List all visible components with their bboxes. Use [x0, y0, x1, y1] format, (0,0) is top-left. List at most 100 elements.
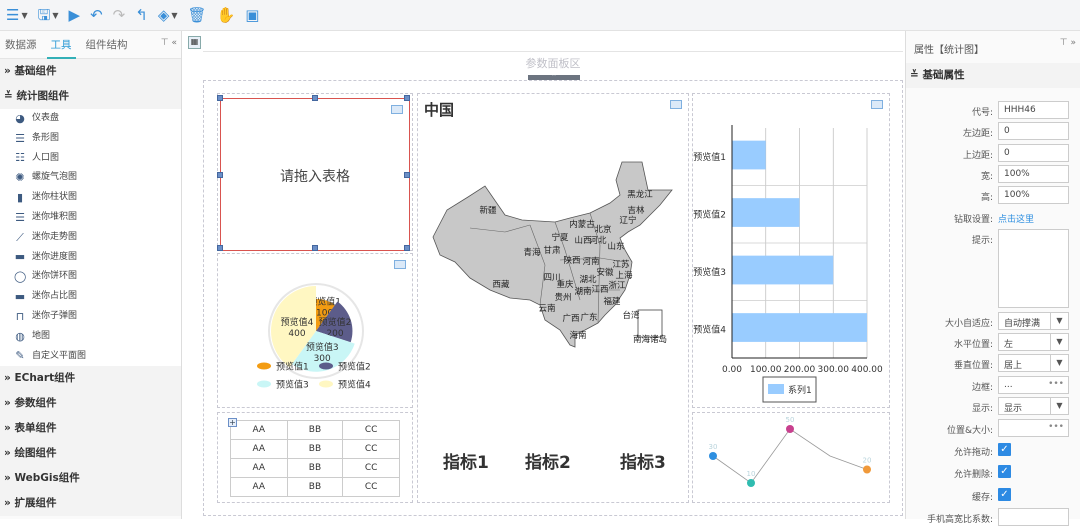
- prop-cache: 缓存: ✓: [906, 486, 1080, 506]
- chevron-down-icon[interactable]: ▼: [1050, 398, 1068, 414]
- map-region-label[interactable]: 西藏: [492, 279, 510, 290]
- bar[interactable]: [732, 313, 867, 342]
- map-region-label[interactable]: 陕西: [563, 255, 580, 266]
- legend-label[interactable]: 系列1: [788, 384, 812, 396]
- x-tick-label: 400.00: [851, 365, 883, 375]
- picker-value: ...: [1004, 380, 1013, 390]
- map-region-label[interactable]: 青海: [523, 247, 541, 258]
- bar[interactable]: [732, 140, 766, 170]
- map-region-label[interactable]: 山东: [607, 241, 624, 252]
- line-point[interactable]: [863, 465, 871, 474]
- top-input[interactable]: 0: [998, 144, 1069, 162]
- map-region-label[interactable]: 广东: [580, 312, 597, 323]
- display-select[interactable]: 显示 ▼: [998, 397, 1069, 415]
- more-icon[interactable]: •••: [1048, 379, 1064, 389]
- map-region-label[interactable]: 北京: [594, 224, 611, 235]
- bar[interactable]: [732, 255, 834, 285]
- prop-label: 允许删除:: [953, 470, 993, 480]
- prop-left: 左边距: 0: [906, 122, 1080, 142]
- x-tick-label: 200.00: [784, 365, 816, 375]
- prop-label: 显示:: [971, 404, 993, 414]
- prop-label: 水平位置:: [953, 340, 993, 350]
- select-value: 显示: [1004, 404, 1023, 414]
- map-region-label[interactable]: 云南: [538, 303, 555, 314]
- map-region-label[interactable]: 江苏: [612, 259, 630, 270]
- map-region-label[interactable]: 宁夏: [551, 232, 569, 243]
- prop-width: 宽: 100%: [906, 165, 1080, 185]
- line-series: [712, 428, 868, 484]
- map-region-label[interactable]: 湖南: [574, 286, 591, 297]
- chevron-down-icon[interactable]: ▼: [1050, 313, 1068, 329]
- map-region-label[interactable]: 浙江: [608, 280, 626, 291]
- del-checkbox[interactable]: ✓: [998, 465, 1011, 478]
- prop-label: 高:: [980, 193, 993, 203]
- halign-select[interactable]: 左 ▼: [998, 333, 1069, 351]
- legend-swatch: [768, 384, 784, 394]
- prop-border: 边框:... •••: [906, 376, 1080, 396]
- map-region-label[interactable]: 广西: [562, 313, 579, 324]
- legend-label[interactable]: 预览值1: [276, 361, 309, 373]
- border-picker[interactable]: ... •••: [998, 376, 1069, 394]
- line-point[interactable]: [709, 452, 717, 460]
- pin-icon[interactable]: ⊤ »: [1060, 38, 1076, 48]
- legend-swatch: [257, 362, 271, 370]
- drill-link[interactable]: 点击这里: [998, 212, 1034, 225]
- china-map: 新疆西藏青海 甘肃宁夏内蒙古山西河北北京黑龙江吉林辽宁山东陕西 河南 江苏安徽 上海四川…: [432, 161, 673, 348]
- left-input[interactable]: 0: [998, 122, 1069, 140]
- map-region-label[interactable]: 辽宁: [619, 215, 636, 226]
- chevron-down-icon[interactable]: ▼: [1050, 334, 1068, 350]
- map-region-label[interactable]: 吉林: [627, 205, 645, 216]
- map-region-label[interactable]: 黑龙江: [627, 189, 653, 200]
- map-region-label[interactable]: 新疆: [479, 205, 497, 216]
- prop-label: 提示:: [971, 236, 993, 246]
- map-region-label[interactable]: 内蒙古: [569, 219, 595, 230]
- height-input[interactable]: 100%: [998, 186, 1069, 204]
- map-region-label[interactable]: 南海诸岛: [633, 334, 667, 345]
- map-region-label[interactable]: 贵州: [554, 292, 571, 303]
- valign-select[interactable]: 居上 ▼: [998, 354, 1069, 372]
- cache-checkbox[interactable]: ✓: [998, 488, 1011, 501]
- map-region-label[interactable]: 福建: [603, 296, 621, 307]
- prop-label: 钻取设置:: [953, 215, 993, 225]
- prop-label: 宽:: [980, 172, 993, 182]
- bar[interactable]: [732, 198, 800, 227]
- map-region-label[interactable]: 安徽: [596, 267, 614, 278]
- code-input[interactable]: HHH46: [998, 101, 1069, 119]
- map-region-label[interactable]: 重庆: [556, 279, 574, 290]
- line-point[interactable]: [747, 479, 755, 487]
- point-label: 20: [863, 457, 872, 465]
- pos-picker[interactable]: •••: [998, 419, 1069, 437]
- map-region-label[interactable]: 湖北: [579, 275, 597, 285]
- move-icon[interactable]: +: [228, 418, 237, 427]
- fit-select[interactable]: 自动撑满 ▼: [998, 312, 1069, 330]
- line-point[interactable]: [786, 425, 794, 433]
- map-region-label[interactable]: 海南: [569, 330, 586, 341]
- map-region-label[interactable]: 江西: [591, 285, 608, 295]
- ratio-input[interactable]: [998, 508, 1069, 526]
- more-icon[interactable]: •••: [1048, 422, 1064, 432]
- prop-tip: 提示:: [906, 229, 1080, 308]
- legend-label[interactable]: 预览值3: [276, 379, 309, 391]
- prop-code: 代号: HHH46: [906, 101, 1080, 121]
- tip-textarea[interactable]: [998, 229, 1069, 308]
- map-region-label[interactable]: 台湾: [622, 310, 640, 321]
- section-basic-props[interactable]: ≚ 基础属性: [906, 63, 1080, 88]
- pie-label: 预览值4: [281, 316, 314, 328]
- map-region-label[interactable]: 上海: [615, 270, 633, 281]
- prop-pos: 位置&大小: •••: [906, 419, 1080, 439]
- legend-label[interactable]: 预览值4: [338, 379, 371, 391]
- map-region-label[interactable]: 甘肃: [543, 245, 561, 256]
- bar-chart: 0.00 100.00 200.00 300.00 400.00 预览值1 预览值2 预览值3…: [693, 125, 883, 403]
- legend-label[interactable]: 预览值2: [338, 361, 371, 373]
- point-label: 30: [709, 443, 718, 451]
- y-tick-label: 预览值1: [693, 151, 726, 163]
- map-region-label[interactable]: 河北: [589, 235, 607, 246]
- map-region-label[interactable]: 河南: [582, 256, 599, 267]
- drag-checkbox[interactable]: ✓: [998, 443, 1011, 456]
- width-input[interactable]: 100%: [998, 165, 1069, 183]
- section-label: 基础属性: [922, 69, 965, 81]
- chevron-down-icon[interactable]: ▼: [1050, 355, 1068, 371]
- legend-swatch: [319, 380, 333, 388]
- prop-label: 垂直位置:: [953, 361, 993, 371]
- y-tick-label: 预览值3: [693, 266, 726, 278]
